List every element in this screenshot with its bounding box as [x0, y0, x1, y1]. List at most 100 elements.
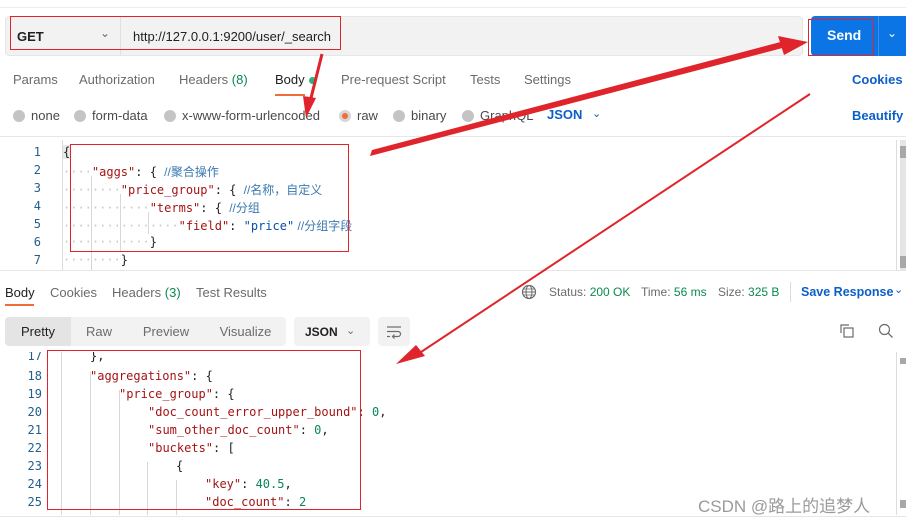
response-format-select[interactable]: JSON ⌄ — [294, 317, 370, 346]
response-tab-headers[interactable]: Headers (3) — [112, 285, 181, 300]
response-time: Time: 56 ms — [641, 285, 707, 299]
time-value[interactable]: 56 ms — [674, 285, 707, 299]
code-punct: } — [149, 235, 157, 249]
tab-params[interactable]: Params — [13, 72, 58, 87]
tab-settings[interactable]: Settings — [524, 72, 571, 87]
json-number: 2 — [298, 495, 307, 509]
code-punct: : { — [191, 369, 213, 383]
code-comment: //名称，自定义 — [243, 183, 323, 197]
wrap-lines-icon — [387, 326, 402, 339]
send-button[interactable]: Send — [827, 27, 861, 43]
tab-pre-request-script[interactable]: Pre-request Script — [341, 72, 446, 87]
chevron-down-icon[interactable]: ⌄ — [592, 107, 601, 120]
scrollbar-thumb[interactable] — [900, 500, 906, 508]
radio-none[interactable]: none — [13, 108, 60, 123]
save-response-button[interactable]: Save Response — [801, 285, 893, 299]
line-number: 17 — [27, 352, 42, 363]
tab-tests[interactable]: Tests — [470, 72, 500, 87]
tab-label: Pre-request Script — [341, 72, 446, 87]
radio-icon — [164, 109, 176, 122]
response-tab-test-results[interactable]: Test Results — [196, 285, 267, 300]
active-tab-underline — [5, 304, 34, 306]
line-number: 21 — [27, 423, 42, 437]
line-number: 4 — [33, 199, 41, 213]
code-line: ············"terms": { //分组 — [63, 201, 260, 215]
url-input[interactable]: http://127.0.0.1:9200/user/_search — [133, 29, 331, 44]
divider — [0, 270, 906, 271]
radio-raw[interactable]: raw — [339, 108, 378, 123]
tab-label: Headers — [112, 285, 162, 300]
code-punct: , — [284, 477, 292, 491]
code-punct: : { — [214, 183, 244, 197]
headers-count: (8) — [231, 72, 248, 87]
response-status: Status: 200 OK — [549, 285, 630, 299]
line-number: 23 — [27, 459, 42, 473]
response-tab-cookies[interactable]: Cookies — [50, 285, 97, 300]
code-line: "doc_count": 2 — [205, 495, 306, 509]
cookies-link[interactable]: Cookies — [852, 72, 903, 87]
request-editor-scrollbar[interactable] — [900, 140, 906, 270]
tab-headers[interactable]: Headers (8) — [179, 72, 248, 87]
tab-authorization[interactable]: Authorization — [79, 72, 155, 87]
radio-icon — [462, 109, 474, 122]
line-number: 24 — [27, 477, 42, 491]
code-line: "doc_count_error_upper_bound": 0, — [148, 405, 386, 419]
view-pretty[interactable]: Pretty — [5, 317, 71, 346]
body-indicator-dot — [308, 77, 316, 85]
scrollbar-thumb[interactable] — [900, 146, 906, 158]
radio-x-www-form-urlencoded[interactable]: x-www-form-urlencoded — [164, 108, 320, 123]
status-value[interactable]: 200 OK — [590, 285, 631, 299]
code-comment: //分组字段 — [294, 219, 353, 233]
headers-count: (3) — [164, 285, 181, 300]
scrollbar-thumb[interactable] — [900, 256, 906, 268]
response-tab-body[interactable]: Body — [5, 285, 35, 300]
line-number: 1 — [33, 145, 41, 159]
tab-label: Body — [275, 72, 305, 87]
code-comment: //聚合操作 — [164, 165, 219, 179]
body-format-select[interactable]: JSON — [547, 107, 582, 122]
response-body-viewer[interactable]: 17 18 19 20 21 22 23 24 25 }, "aggregati… — [0, 352, 906, 515]
send-options-chevron-icon[interactable]: ⌄ — [887, 26, 897, 40]
view-visualize[interactable]: Visualize — [205, 317, 286, 346]
response-format-label: JSON — [305, 325, 338, 339]
code-line: "key": 40.5, — [205, 477, 292, 491]
json-key: "key" — [205, 477, 242, 491]
request-body-editor[interactable]: 1 2 3 4 5 6 7 { ····"aggs": { //聚合操作 ···… — [5, 140, 895, 270]
view-preview[interactable]: Preview — [127, 317, 205, 346]
top-divider — [0, 7, 906, 8]
radio-form-data[interactable]: form-data — [74, 108, 148, 123]
json-key: "doc_count" — [205, 495, 285, 509]
json-key: "field" — [178, 219, 230, 233]
tab-body[interactable]: Body — [275, 72, 316, 87]
code-line: "sum_other_doc_count": 0, — [148, 423, 329, 437]
copy-icon[interactable] — [838, 322, 858, 342]
code-punct: : — [299, 423, 315, 437]
line-number: 6 — [33, 235, 41, 249]
body-type-selector: none form-data x-www-form-urlencoded raw… — [0, 106, 906, 126]
search-icon[interactable] — [877, 322, 897, 342]
code-line: "buckets": [ — [148, 441, 235, 455]
method-label: GET — [17, 29, 44, 44]
view-raw[interactable]: Raw — [71, 317, 127, 346]
radio-binary[interactable]: binary — [393, 108, 446, 123]
code-punct: } — [120, 253, 129, 267]
code-punct: , — [321, 423, 329, 437]
size-value[interactable]: 325 B — [748, 285, 779, 299]
tab-label: Settings — [524, 72, 571, 87]
json-string: "price" — [243, 219, 295, 233]
code-punct: : { — [200, 201, 230, 215]
code-line: ····"aggs": { //聚合操作 — [63, 165, 219, 179]
wrap-lines-button[interactable] — [378, 317, 410, 346]
chevron-down-icon[interactable]: ⌄ — [894, 283, 903, 296]
globe-icon[interactable] — [521, 284, 537, 300]
code-line: ············} — [63, 235, 157, 249]
beautify-link[interactable]: Beautify — [852, 108, 903, 123]
active-tab-underline — [275, 94, 305, 96]
scrollbar-thumb[interactable] — [900, 358, 906, 364]
indent-guide — [90, 372, 91, 515]
radio-graphql[interactable]: GraphQL — [462, 108, 533, 123]
send-button-group: Send ⌄ — [811, 16, 906, 56]
code-line: ················"field": "price" //分组字段 — [63, 219, 353, 233]
radio-icon — [13, 109, 25, 122]
method-select[interactable]: GET ⌄ — [6, 17, 121, 55]
